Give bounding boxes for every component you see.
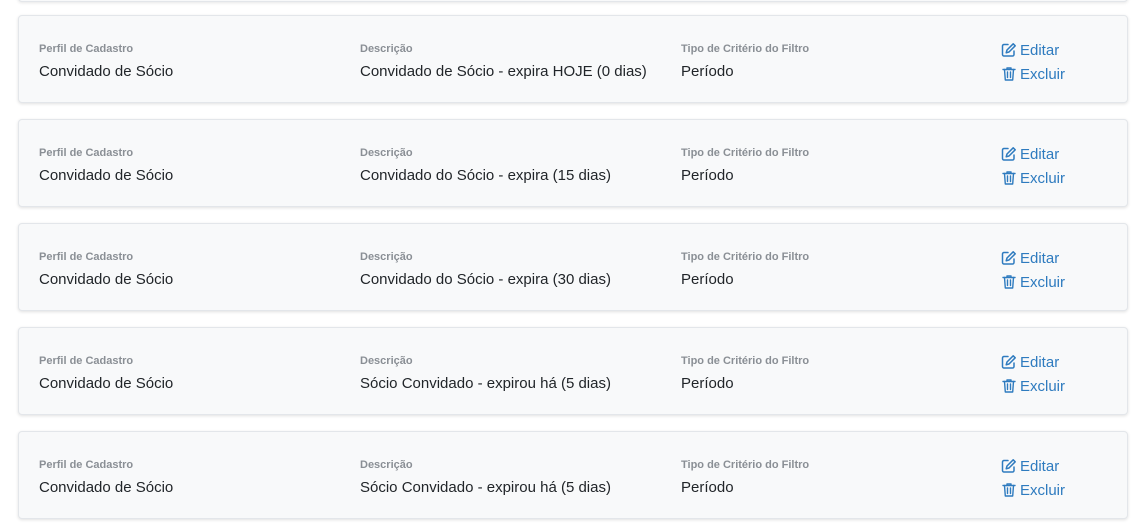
description-label: Descrição [360, 459, 413, 471]
delete-button[interactable]: Excluir [1001, 374, 1065, 398]
filter-card: Perfil de Cadastro Convidado de Sócio De… [18, 119, 1128, 207]
filter-card: Perfil de Cadastro Convidado de Sócio De… [18, 431, 1128, 519]
filter-type-field: Tipo de Critério do Filtro Período [681, 250, 809, 289]
filter-list: Perfil de Cadastro Convidado de Sócio De… [18, 15, 1128, 532]
filter-card: Perfil de Cadastro Convidado de Sócio De… [18, 223, 1128, 311]
profile-label: Perfil de Cadastro [39, 43, 134, 55]
trash-icon [1001, 170, 1017, 186]
profile-value: Convidado de Sócio [39, 479, 174, 496]
profile-label: Perfil de Cadastro [39, 147, 134, 159]
trash-icon [1001, 274, 1017, 290]
edit-button[interactable]: Editar [1001, 246, 1065, 270]
filter-type-label: Tipo de Critério do Filtro [681, 147, 810, 159]
description-value: Convidado de Sócio - expira HOJE (0 dias… [360, 63, 647, 80]
filter-type-field: Tipo de Critério do Filtro Período [681, 146, 809, 185]
description-field: Descrição Convidado do Sócio - expira (1… [360, 146, 611, 185]
delete-label: Excluir [1020, 377, 1066, 395]
edit-icon [1001, 354, 1017, 370]
edit-label: Editar [1020, 145, 1060, 163]
edit-button[interactable]: Editar [1001, 350, 1065, 374]
edit-label: Editar [1020, 353, 1060, 371]
filter-type-value: Período [681, 271, 734, 288]
delete-label: Excluir [1020, 273, 1066, 291]
profile-field: Perfil de Cadastro Convidado de Sócio [39, 354, 173, 393]
card-actions: Editar Excluir [1001, 142, 1065, 190]
card-actions: Editar Excluir [1001, 38, 1065, 86]
edit-icon [1001, 250, 1017, 266]
card-actions: Editar Excluir [1001, 454, 1065, 502]
edit-button[interactable]: Editar [1001, 38, 1065, 62]
edit-label: Editar [1020, 457, 1060, 475]
delete-label: Excluir [1020, 169, 1066, 187]
description-field: Descrição Convidado do Sócio - expira (3… [360, 250, 611, 289]
trash-icon [1001, 482, 1017, 498]
description-value: Sócio Convidado - expirou há (5 dias) [360, 479, 611, 496]
description-label: Descrição [360, 43, 413, 55]
trash-icon [1001, 66, 1017, 82]
card-actions: Editar Excluir [1001, 246, 1065, 294]
filter-type-label: Tipo de Critério do Filtro [681, 251, 810, 263]
description-value: Sócio Convidado - expirou há (5 dias) [360, 375, 611, 392]
profile-value: Convidado de Sócio [39, 167, 174, 184]
profile-value: Convidado de Sócio [39, 63, 174, 80]
description-field: Descrição Sócio Convidado - expirou há (… [360, 354, 611, 393]
edit-button[interactable]: Editar [1001, 454, 1065, 478]
description-label: Descrição [360, 355, 413, 367]
delete-label: Excluir [1020, 481, 1066, 499]
previous-card-edge [18, 0, 1128, 2]
profile-label: Perfil de Cadastro [39, 355, 134, 367]
filter-card: Perfil de Cadastro Convidado de Sócio De… [18, 327, 1128, 415]
profile-field: Perfil de Cadastro Convidado de Sócio [39, 146, 173, 185]
filter-type-field: Tipo de Critério do Filtro Período [681, 42, 809, 81]
filter-type-label: Tipo de Critério do Filtro [681, 355, 810, 367]
description-field: Descrição Sócio Convidado - expirou há (… [360, 458, 611, 497]
description-label: Descrição [360, 251, 413, 263]
filter-card: Perfil de Cadastro Convidado de Sócio De… [18, 15, 1128, 103]
edit-icon [1001, 42, 1017, 58]
filter-type-field: Tipo de Critério do Filtro Período [681, 354, 809, 393]
card-actions: Editar Excluir [1001, 350, 1065, 398]
description-label: Descrição [360, 147, 413, 159]
profile-field: Perfil de Cadastro Convidado de Sócio [39, 458, 173, 497]
profile-value: Convidado de Sócio [39, 271, 174, 288]
delete-label: Excluir [1020, 65, 1066, 83]
profile-field: Perfil de Cadastro Convidado de Sócio [39, 250, 173, 289]
filter-type-field: Tipo de Critério do Filtro Período [681, 458, 809, 497]
delete-button[interactable]: Excluir [1001, 62, 1065, 86]
edit-label: Editar [1020, 41, 1060, 59]
filter-type-label: Tipo de Critério do Filtro [681, 43, 810, 55]
profile-label: Perfil de Cadastro [39, 251, 134, 263]
trash-icon [1001, 378, 1017, 394]
profile-label: Perfil de Cadastro [39, 459, 134, 471]
filter-type-value: Período [681, 375, 734, 392]
delete-button[interactable]: Excluir [1001, 478, 1065, 502]
filter-type-value: Período [681, 479, 734, 496]
profile-value: Convidado de Sócio [39, 375, 174, 392]
description-value: Convidado do Sócio - expira (15 dias) [360, 167, 611, 184]
description-field: Descrição Convidado de Sócio - expira HO… [360, 42, 647, 81]
edit-icon [1001, 458, 1017, 474]
edit-label: Editar [1020, 249, 1060, 267]
edit-button[interactable]: Editar [1001, 142, 1065, 166]
edit-icon [1001, 146, 1017, 162]
filter-type-label: Tipo de Critério do Filtro [681, 459, 810, 471]
delete-button[interactable]: Excluir [1001, 270, 1065, 294]
filter-type-value: Período [681, 63, 734, 80]
delete-button[interactable]: Excluir [1001, 166, 1065, 190]
profile-field: Perfil de Cadastro Convidado de Sócio [39, 42, 173, 81]
description-value: Convidado do Sócio - expira (30 dias) [360, 271, 611, 288]
filter-type-value: Período [681, 167, 734, 184]
